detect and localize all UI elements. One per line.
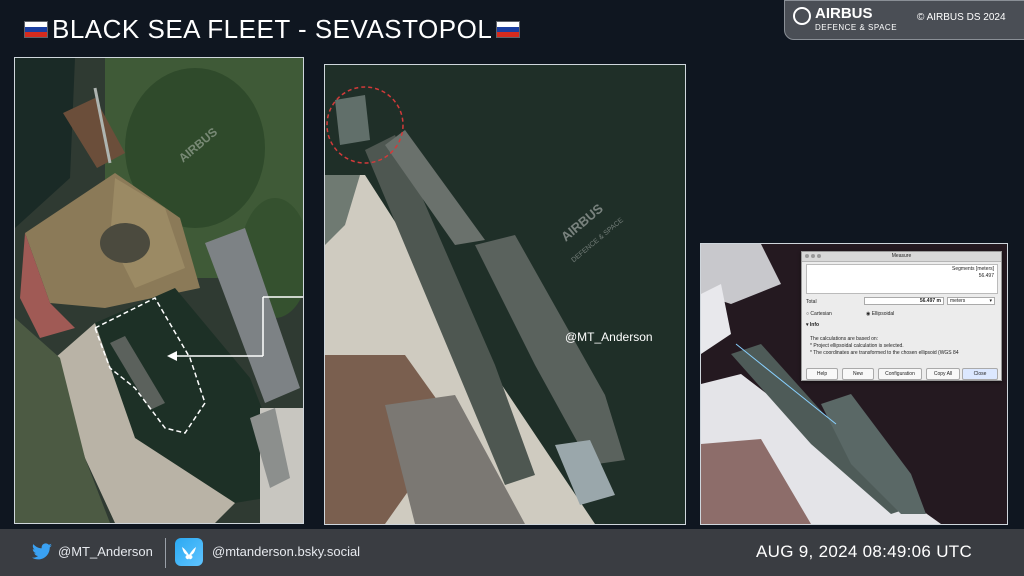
- footer-divider: [165, 538, 166, 568]
- unit-select-value: meters: [950, 298, 966, 304]
- info-line-2: * Project ellipsoidal calculation is sel…: [810, 343, 904, 349]
- new-button[interactable]: New: [842, 368, 874, 380]
- capture-timestamp: AUG 9, 2024 08:49:06 UTC: [756, 542, 973, 561]
- bluesky-icon: [175, 538, 203, 566]
- total-label: Total: [806, 299, 817, 305]
- copy-all-button[interactable]: Copy All: [926, 368, 960, 380]
- total-value-field[interactable]: 56.497 m: [864, 297, 944, 305]
- russian-flag-icon: [496, 21, 521, 38]
- cartesian-label: Cartesian: [810, 311, 832, 317]
- overview-satellite-image: AIRBUS: [14, 57, 304, 524]
- info-line-3: * The coordinates are transformed to the…: [810, 350, 959, 356]
- twitter-handle[interactable]: @MT_Anderson: [58, 544, 153, 559]
- chevron-down-icon: ▾: [989, 298, 992, 304]
- cartesian-radio[interactable]: ○ Cartesian: [806, 311, 832, 317]
- airbus-subtitle: DEFENCE & SPACE: [815, 23, 898, 32]
- unit-select[interactable]: meters ▾: [947, 297, 995, 305]
- zoomed-satellite-image: AIRBUS DEFENCE & SPACE @MT_Anderson: [324, 64, 686, 525]
- help-button[interactable]: Help: [806, 368, 838, 380]
- ellipsoidal-label: Ellipsoidal: [871, 311, 895, 317]
- info-toggle[interactable]: ▾ Info: [806, 322, 819, 328]
- author-annotation: @MT_Anderson: [565, 330, 653, 344]
- configuration-button[interactable]: Configuration: [878, 368, 922, 380]
- dialog-title: Measure: [891, 253, 912, 259]
- close-button[interactable]: Close: [962, 368, 998, 380]
- copyright-text: © AIRBUS DS 2024: [917, 12, 1006, 23]
- page-title: BLACK SEA FLEET - SEVASTOPOL: [24, 14, 521, 45]
- segments-header: Segments [meters]: [952, 266, 994, 272]
- info-label: Info: [809, 322, 820, 328]
- twitter-bird-icon: [32, 543, 52, 560]
- ellipsoidal-radio[interactable]: ◉ Ellipsoidal: [866, 311, 894, 317]
- dialog-titlebar: Measure: [802, 252, 1001, 262]
- title-text: BLACK SEA FLEET - SEVASTOPOL: [52, 14, 493, 44]
- russian-flag-icon: [24, 21, 48, 38]
- airbus-logo-icon: [793, 7, 811, 25]
- airbus-brand: AIRBUS: [815, 5, 873, 22]
- bluesky-handle[interactable]: @mtanderson.bsky.social: [212, 544, 360, 559]
- segment-value: 56.497: [978, 273, 994, 279]
- footer-bar: @MT_Anderson @mtanderson.bsky.social AUG…: [0, 529, 1024, 576]
- segments-table[interactable]: Segments [meters] 56.497: [806, 264, 998, 294]
- info-line-1: The calculations are based on:: [810, 336, 879, 342]
- airbus-credit-badge: AIRBUS DEFENCE & SPACE © AIRBUS DS 2024: [784, 0, 1024, 40]
- measure-dialog: Measure Segments [meters] 56.497 Total 5…: [801, 251, 1002, 381]
